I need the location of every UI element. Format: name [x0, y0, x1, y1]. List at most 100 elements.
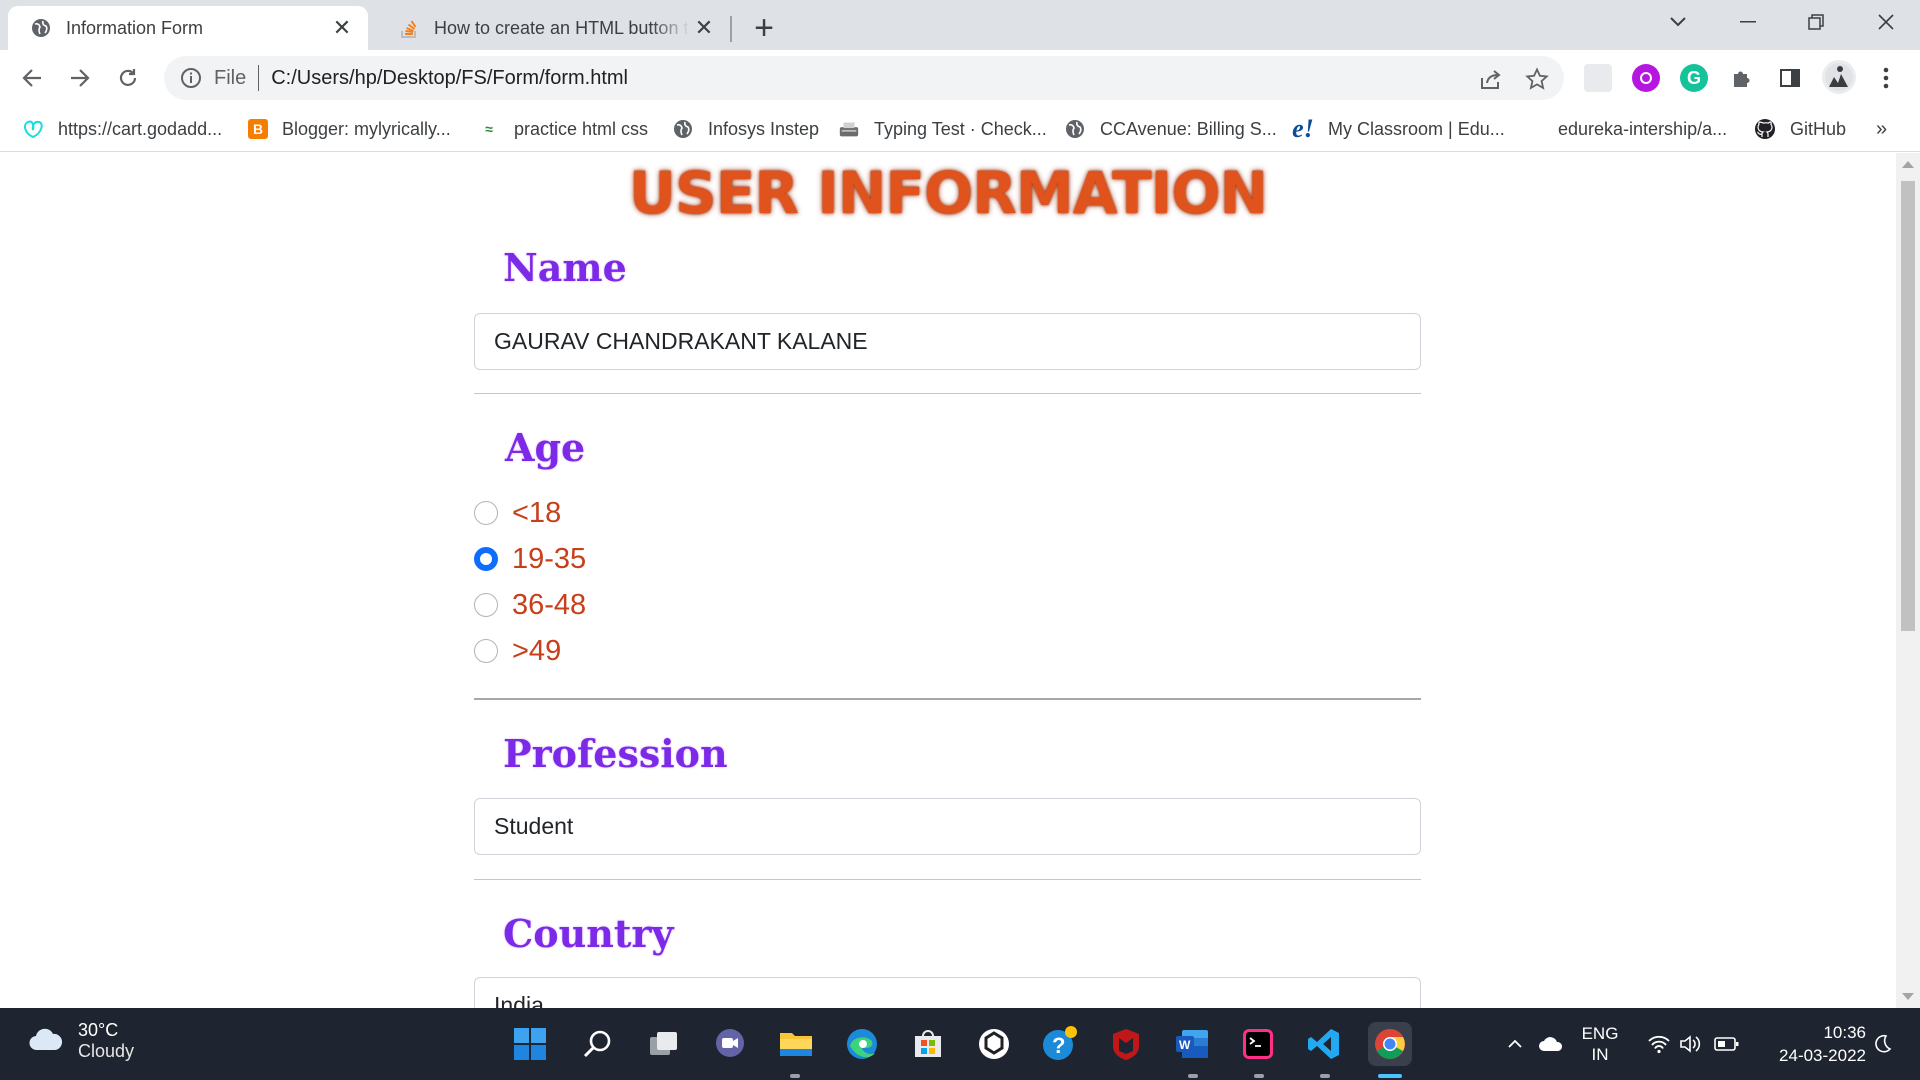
new-tab-button[interactable]: + [746, 9, 782, 47]
chrome-icon[interactable] [1368, 1022, 1412, 1066]
weather-widget[interactable]: 30°C Cloudy [28, 1020, 134, 1062]
vscode-icon[interactable] [1302, 1022, 1346, 1066]
bookmark-edureka-internship[interactable]: edureka-intership/a... [1558, 114, 1727, 144]
close-icon[interactable]: ✕ [690, 14, 718, 42]
age-option-over-49[interactable]: >49 [474, 633, 561, 669]
wifi-icon[interactable] [1644, 1008, 1674, 1080]
bookmark-typing-test[interactable]: Typing Test · Check... [838, 114, 1047, 144]
word-icon[interactable]: W [1170, 1022, 1214, 1066]
windows-start-icon[interactable] [508, 1022, 552, 1066]
share-icon[interactable] [1476, 64, 1506, 94]
side-panel-icon[interactable] [1776, 64, 1804, 92]
globe-icon [672, 118, 694, 140]
bookmark-blogger[interactable]: B Blogger: mylyrically... [248, 114, 451, 144]
file-explorer-icon[interactable] [774, 1022, 818, 1066]
tab-search-chevron-down-icon[interactable] [1648, 0, 1708, 44]
chatgpt-like-icon[interactable] [972, 1022, 1016, 1066]
scroll-down-arrow[interactable] [1902, 993, 1914, 1000]
minimize-button[interactable] [1718, 0, 1778, 44]
bookmark-label: CCAvenue: Billing S... [1100, 118, 1277, 139]
running-indicator [1254, 1074, 1264, 1078]
profile-avatar[interactable] [1822, 60, 1856, 94]
divider [474, 698, 1421, 700]
close-window-button[interactable] [1856, 0, 1916, 44]
notifications-moon-icon[interactable] [1870, 1008, 1896, 1080]
page-title: USER INFORMATION [628, 159, 1268, 227]
edureka-icon: e! [1292, 114, 1314, 143]
bookmark-godaddy[interactable]: https://cart.godadd... [22, 114, 222, 144]
radio-button[interactable] [474, 501, 498, 525]
extension-purple-icon[interactable] [1632, 64, 1660, 92]
bookmark-label: edureka-intership/a... [1558, 118, 1728, 139]
godaddy-icon [22, 118, 44, 140]
battery-icon[interactable] [1710, 1008, 1744, 1080]
page-scrollbar[interactable] [1896, 153, 1920, 1008]
extensions-puzzle-icon[interactable] [1728, 64, 1756, 92]
bookmark-github[interactable]: GitHub [1754, 114, 1846, 144]
back-button[interactable] [12, 58, 52, 98]
grammarly-icon[interactable]: G [1680, 64, 1708, 92]
extension-placeholder-icon[interactable] [1584, 64, 1612, 92]
bookmark-label: practice html css [514, 118, 649, 139]
bookmark-label: https://cart.godadd... [58, 118, 223, 139]
bookmark-label: Blogger: mylyrically... [282, 118, 451, 139]
profession-field[interactable]: Student [474, 798, 1421, 855]
globe-icon [1064, 118, 1086, 140]
radio-label: 36-48 [512, 588, 587, 621]
bookmark-my-classroom[interactable]: e! My Classroom | Edu... [1292, 114, 1505, 144]
running-indicator [1320, 1074, 1330, 1078]
scroll-up-arrow[interactable] [1902, 161, 1914, 168]
ms-store-icon[interactable] [906, 1022, 950, 1066]
address-bar[interactable]: File C:/Users/hp/Desktop/FS/Form/form.ht… [164, 56, 1564, 100]
clock-date: 24-03-2022 [1779, 1046, 1866, 1065]
name-field[interactable]: GAURAV CHANDRAKANT KALANE [474, 313, 1421, 370]
language-indicator[interactable]: ENG IN [1574, 1008, 1626, 1080]
onedrive-cloud-icon[interactable] [1534, 1008, 1568, 1080]
age-label: Age [505, 425, 586, 470]
reload-button[interactable] [108, 58, 148, 98]
clock[interactable]: 10:36 24-03-2022 [1756, 1008, 1866, 1080]
age-option-36-48[interactable]: 36-48 [474, 587, 586, 623]
bookmark-label: My Classroom | Edu... [1328, 118, 1505, 139]
mcafee-icon[interactable] [1104, 1022, 1148, 1066]
speaker-icon[interactable] [1676, 1008, 1706, 1080]
age-option-under-18[interactable]: <18 [474, 495, 561, 531]
radio-button[interactable] [474, 639, 498, 663]
radio-button[interactable] [474, 593, 498, 617]
bookmark-ccavenue[interactable]: CCAvenue: Billing S... [1064, 114, 1277, 144]
terminal-icon[interactable] [1236, 1022, 1280, 1066]
bookmarks-overflow-button[interactable]: » [1876, 114, 1887, 144]
bookmark-star-icon[interactable] [1522, 64, 1552, 94]
clock-time: 10:36 [1823, 1023, 1866, 1042]
country-field[interactable]: India [474, 977, 1421, 1008]
running-indicator [790, 1074, 800, 1078]
search-icon[interactable] [576, 1022, 620, 1066]
chrome-menu-icon[interactable] [1872, 64, 1900, 92]
omnibox-divider [258, 65, 260, 91]
globe-icon [30, 17, 52, 39]
bookmark-infosys-instep[interactable]: Infosys Instep [672, 114, 819, 144]
tab-separator [730, 16, 732, 42]
chevron-up-icon[interactable] [1500, 1008, 1530, 1080]
stackoverflow-icon [398, 17, 420, 39]
profession-label: Profession [503, 731, 728, 776]
bookmark-practice-html-css[interactable]: ≈ practice html css [478, 114, 648, 144]
tab-information-form[interactable]: Information Form ✕ [8, 6, 368, 50]
info-icon[interactable] [178, 65, 204, 91]
bookmark-label: Typing Test · Check... [874, 118, 1047, 139]
page-viewport: USER INFORMATION Name GAURAV CHANDRAKANT… [0, 153, 1896, 1008]
help-icon[interactable]: ? [1038, 1022, 1082, 1066]
teams-chat-icon[interactable] [708, 1022, 752, 1066]
radio-button-selected[interactable] [474, 547, 498, 571]
tab-title: How to create an HTML button that [434, 17, 690, 38]
url-text[interactable]: C:/Users/hp/Desktop/FS/Form/form.html [271, 67, 628, 90]
forward-button[interactable] [60, 58, 100, 98]
age-option-19-35[interactable]: 19-35 [474, 541, 586, 577]
restore-button[interactable] [1786, 0, 1846, 44]
tab-html-button[interactable]: How to create an HTML button that ✕ [376, 6, 730, 50]
edge-icon[interactable] [840, 1022, 884, 1066]
close-icon[interactable]: ✕ [328, 14, 356, 42]
cloud-icon [28, 1026, 64, 1057]
task-view-icon[interactable] [642, 1022, 686, 1066]
scrollbar-thumb[interactable] [1901, 181, 1915, 631]
